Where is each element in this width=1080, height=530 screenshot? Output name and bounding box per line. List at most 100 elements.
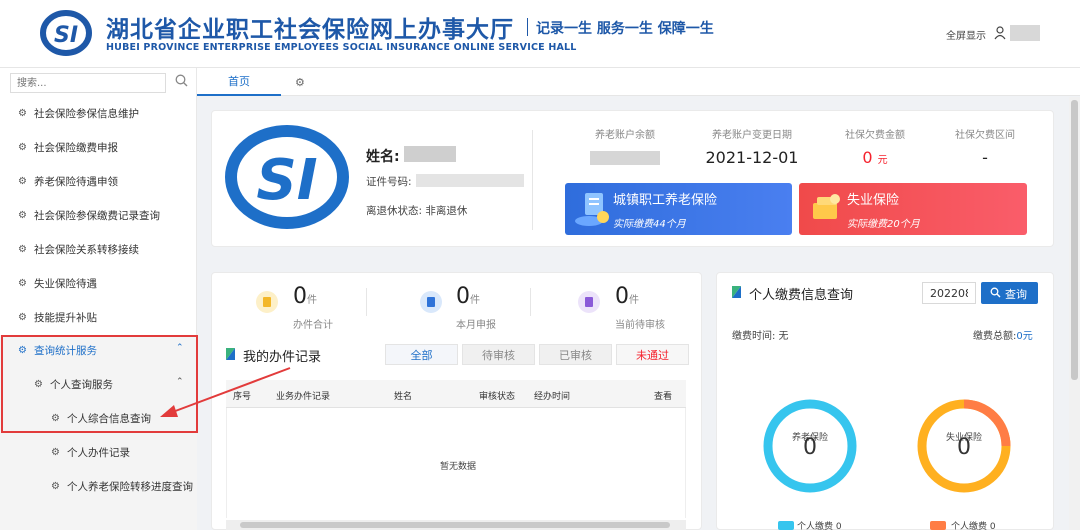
query-button[interactable]: 查询 — [981, 282, 1038, 304]
gear-icon: ⚙ — [18, 244, 27, 255]
doc-total-icon — [256, 291, 278, 313]
count-divider — [530, 288, 531, 316]
month-count-value: 0 — [456, 284, 470, 309]
tab-settings-gear-icon[interactable]: ⚙ — [295, 76, 305, 89]
sidebar-item-unemployment[interactable]: ⚙ 失业保险待遇 — [0, 268, 197, 298]
unemployment-donut-value: 0 — [957, 435, 971, 460]
unemployment-insurance-title: 失业保险 — [847, 193, 900, 208]
doc-month-icon — [420, 291, 442, 313]
sidebar-search-input[interactable] — [10, 73, 166, 93]
total-count-value: 0 — [293, 284, 307, 309]
month-count-unit: 件 — [470, 295, 480, 306]
sidebar-item-payment-records[interactable]: ⚙ 社会保险参保缴费记录查询 — [0, 200, 197, 230]
app-subtitle-en: HUBEI PROVINCE ENTERPRISE EMPLOYEES SOCI… — [106, 42, 577, 53]
pending-count-label: 当前待审核 — [615, 320, 665, 331]
payment-total-value: 0元 — [1016, 331, 1033, 342]
unemployment-insurance-card[interactable]: 失业保险 实际缴费20个月 — [799, 183, 1027, 235]
unemployment-legend-label: 个人缴费 0 — [951, 522, 996, 530]
pension-insurance-card[interactable]: 城镇职工养老保险 实际缴费44个月 — [565, 183, 792, 235]
pension-paid-months: 实际缴费44个月 — [613, 219, 686, 230]
gear-icon: ⚙ — [51, 481, 60, 492]
pension-change-date-label: 养老账户变更日期 — [712, 130, 792, 141]
total-count-unit: 件 — [307, 295, 317, 306]
unemployment-paid-months: 实际缴费20个月 — [847, 219, 920, 230]
pension-illustration-icon — [575, 193, 609, 226]
sidebar-item-skill-subsidy[interactable]: ⚙ 技能提升补贴 — [0, 302, 197, 332]
pension-donut-value: 0 — [803, 435, 817, 460]
sidebar-item-payment-declare[interactable]: ⚙ 社会保险缴费申报 — [0, 132, 197, 162]
pension-balance-label: 养老账户余额 — [595, 130, 655, 141]
pension-legend-label: 个人缴费 0 — [797, 522, 842, 530]
arrears-amount-label: 社保欠费金额 — [845, 130, 905, 141]
search-icon[interactable] — [175, 74, 188, 87]
payment-total-label: 缴费总额: — [973, 331, 1017, 342]
unemployment-illustration-icon — [813, 194, 840, 219]
profile-divider — [532, 130, 533, 230]
svg-text:SI: SI — [54, 23, 78, 48]
person-name-redacted — [404, 146, 456, 162]
filter-rejected-button[interactable]: 未通过 — [616, 344, 689, 365]
filter-approved-button[interactable]: 已审核 — [539, 344, 612, 365]
gear-icon: ⚙ — [18, 108, 27, 119]
sidebar-item-pension-claim[interactable]: ⚙ 养老保险待遇申领 — [0, 166, 197, 196]
gear-icon: ⚙ — [18, 142, 27, 153]
si-logo-icon: SI — [40, 10, 92, 56]
tab-home[interactable]: 首页 — [197, 68, 281, 96]
pension-change-date: 2021-12-01 — [705, 148, 799, 167]
payment-title: 个人缴费信息查询 — [749, 288, 854, 303]
arrears-amount: 0 元 — [820, 148, 930, 167]
sidebar-item-pension-transfer-progress[interactable]: ⚙ 个人养老保险转移进度查询 — [0, 471, 197, 501]
doc-pending-icon — [578, 291, 600, 313]
app-header: SI 湖北省企业职工社会保险网上办事大厅 记录一生 服务一生 保障一生 HUBE… — [0, 0, 1080, 68]
sidebar-item-transfer[interactable]: ⚙ 社会保险关系转移接续 — [0, 234, 197, 264]
sidebar-item-personal-records[interactable]: ⚙ 个人办件记录 — [0, 437, 197, 467]
pending-count: 0件 — [615, 284, 639, 309]
pending-count-value: 0 — [615, 284, 629, 309]
search-icon — [990, 287, 1001, 298]
month-count: 0件 — [456, 284, 480, 309]
app-slogan: 记录一生 服务一生 保障一生 — [536, 21, 714, 37]
col-name: 姓名 — [394, 392, 413, 402]
sidebar-item-insurance-info[interactable]: ⚙ 社会保险参保信息维护 — [0, 98, 197, 128]
filter-pending-button[interactable]: 待审核 — [462, 344, 535, 365]
svg-text:SI: SI — [256, 148, 317, 213]
month-count-label: 本月申报 — [456, 320, 496, 331]
arrears-period-label: 社保欠费区间 — [955, 130, 1015, 141]
arrears-unit: 元 — [877, 155, 888, 166]
gear-icon: ⚙ — [18, 278, 27, 289]
payment-period-input[interactable] — [922, 282, 976, 304]
app-title: 湖北省企业职工社会保险网上办事大厅 — [106, 17, 514, 43]
records-title: 我的办件记录 — [243, 350, 322, 365]
gear-icon: ⚙ — [18, 210, 27, 221]
unemployment-legend-swatch — [930, 521, 946, 530]
title-divider — [527, 18, 528, 36]
arrears-period: - — [982, 148, 988, 167]
count-divider — [366, 288, 367, 316]
user-icon[interactable] — [994, 26, 1006, 40]
pending-count-unit: 件 — [629, 295, 639, 306]
fullscreen-button[interactable]: 全屏显示 — [946, 27, 986, 42]
col-view: 查看 — [654, 392, 673, 402]
gear-icon: ⚙ — [18, 176, 27, 187]
user-name-redacted[interactable] — [1010, 25, 1040, 41]
total-count: 0件 — [293, 284, 317, 309]
retire-status: 离退休状态: 非离退休 — [366, 205, 468, 217]
col-status: 审核状态 — [479, 392, 516, 402]
pension-insurance-title: 城镇职工养老保险 — [613, 193, 718, 208]
section-mark-icon — [732, 286, 741, 298]
gear-icon: ⚙ — [51, 447, 60, 458]
arrears-amount-value: 0 — [862, 148, 873, 167]
pension-balance-redacted — [590, 151, 660, 165]
total-count-label: 办件合计 — [293, 320, 333, 331]
page-scroll-thumb[interactable] — [1071, 100, 1078, 380]
person-id-redacted — [416, 174, 524, 187]
payment-time: 缴费时间: 无 — [732, 331, 789, 342]
filter-all-button[interactable]: 全部 — [385, 344, 458, 365]
col-time: 经办时间 — [534, 392, 571, 402]
person-name-label: 姓名: — [366, 149, 400, 165]
section-mark-icon — [226, 348, 235, 360]
query-button-label: 查询 — [1005, 288, 1027, 301]
empty-state-text: 暂无数据 — [440, 462, 477, 472]
table-scroll-thumb[interactable] — [240, 522, 670, 528]
pension-legend-swatch — [778, 521, 794, 530]
